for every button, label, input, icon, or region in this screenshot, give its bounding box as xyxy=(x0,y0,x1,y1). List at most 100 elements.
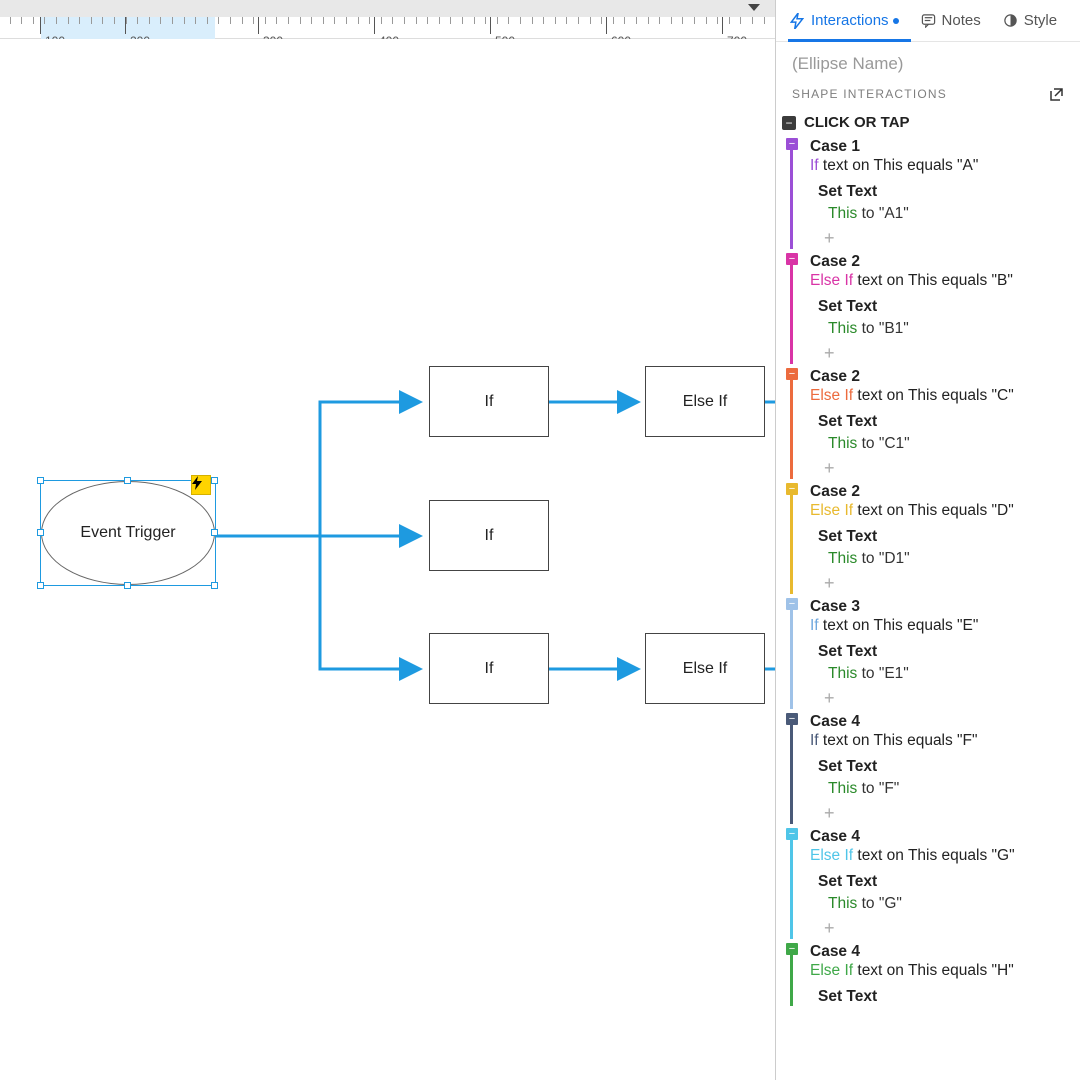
resize-handle-w[interactable] xyxy=(37,529,44,536)
add-action-button[interactable]: + xyxy=(804,688,1066,709)
case-action[interactable]: Set Text xyxy=(804,988,1066,1006)
popout-icon[interactable] xyxy=(1048,86,1064,102)
ruler-tick xyxy=(311,17,312,24)
add-action-button[interactable]: + xyxy=(804,918,1066,939)
tab-notes[interactable]: Notes xyxy=(921,0,981,41)
case-action[interactable]: Set Text xyxy=(804,643,1066,661)
ruler-tick-major xyxy=(490,17,491,34)
shape-box-elseif-1[interactable]: Else If xyxy=(645,366,765,437)
case-collapse-icon[interactable]: − xyxy=(786,368,798,380)
interaction-badge-icon[interactable] xyxy=(191,475,211,495)
collapse-icon[interactable]: − xyxy=(782,116,796,130)
canvas[interactable]: Event Trigger If Else If If If Else If xyxy=(0,39,775,1080)
tab-label: Interactions xyxy=(811,12,889,29)
resize-handle-n[interactable] xyxy=(124,477,131,484)
add-action-button[interactable]: + xyxy=(804,458,1066,479)
ruler-tick xyxy=(416,17,417,24)
case-action-detail[interactable]: This to "C1" xyxy=(804,435,1066,453)
case-block[interactable]: −Case 4If text on This equals "F"Set Tex… xyxy=(776,712,1080,824)
case-action[interactable]: Set Text xyxy=(804,873,1066,891)
shape-ellipse-event-trigger[interactable]: Event Trigger xyxy=(41,481,215,585)
resize-handle-se[interactable] xyxy=(211,582,218,589)
case-action-detail[interactable]: This to "A1" xyxy=(804,205,1066,223)
add-action-button[interactable]: + xyxy=(804,803,1066,824)
case-title: Case 3 xyxy=(804,598,1066,616)
ruler-tick xyxy=(242,17,243,24)
case-action[interactable]: Set Text xyxy=(804,758,1066,776)
inspector-tabs: Interactions Notes Style xyxy=(776,0,1080,42)
case-action[interactable]: Set Text xyxy=(804,413,1066,431)
ruler-tick xyxy=(613,17,614,24)
ruler-tick xyxy=(44,17,45,24)
case-block[interactable]: −Case 2Else If text on This equals "D"Se… xyxy=(776,482,1080,594)
case-collapse-icon[interactable]: − xyxy=(786,253,798,265)
tab-interactions[interactable]: Interactions xyxy=(790,0,899,41)
ruler-tick xyxy=(532,17,533,24)
case-block[interactable]: −Case 2Else If text on This equals "C"Se… xyxy=(776,367,1080,479)
case-collapse-icon[interactable]: − xyxy=(786,943,798,955)
resize-handle-s[interactable] xyxy=(124,582,131,589)
case-title: Case 2 xyxy=(804,253,1066,271)
case-action[interactable]: Set Text xyxy=(804,298,1066,316)
case-title: Case 4 xyxy=(804,943,1066,961)
add-action-button[interactable]: + xyxy=(804,573,1066,594)
case-action[interactable]: Set Text xyxy=(804,528,1066,546)
ruler-tick xyxy=(717,17,718,24)
ruler-tick-major xyxy=(722,17,723,34)
case-condition[interactable]: If text on This equals "A" xyxy=(804,157,1066,175)
case-condition[interactable]: Else If text on This equals "G" xyxy=(804,847,1066,865)
box-label: If xyxy=(485,393,494,411)
case-block[interactable]: −Case 1If text on This equals "A"Set Tex… xyxy=(776,137,1080,249)
ruler-tick xyxy=(195,17,196,24)
ruler-tick xyxy=(149,17,150,24)
case-block[interactable]: −Case 4Else If text on This equals "G"Se… xyxy=(776,827,1080,939)
case-collapse-icon[interactable]: − xyxy=(786,483,798,495)
case-action-detail[interactable]: This to "F" xyxy=(804,780,1066,798)
resize-handle-e[interactable] xyxy=(211,529,218,536)
case-condition[interactable]: If text on This equals "E" xyxy=(804,617,1066,635)
shape-box-if-1[interactable]: If xyxy=(429,366,549,437)
resize-handle-nw[interactable] xyxy=(37,477,44,484)
add-action-button[interactable]: + xyxy=(804,343,1066,364)
case-action-detail[interactable]: This to "D1" xyxy=(804,550,1066,568)
add-action-button[interactable]: + xyxy=(804,228,1066,249)
ruler-horizontal[interactable]: 100200300400500600700 xyxy=(0,17,775,39)
event-row[interactable]: − CLICK OR TAP xyxy=(776,110,1080,137)
ruler-tick xyxy=(671,17,672,24)
shape-box-if-2[interactable]: If xyxy=(429,500,549,571)
tab-style[interactable]: Style xyxy=(1003,0,1057,41)
panel-collapse-triangle[interactable] xyxy=(748,4,760,11)
resize-handle-ne[interactable] xyxy=(211,477,218,484)
ruler-tick xyxy=(288,17,289,24)
case-block[interactable]: −Case 4Else If text on This equals "H" Se… xyxy=(776,942,1080,1006)
case-collapse-icon[interactable]: − xyxy=(786,828,798,840)
case-condition[interactable]: Else If text on This equals "B" xyxy=(804,272,1066,290)
case-collapse-icon[interactable]: − xyxy=(786,138,798,150)
shape-box-if-3[interactable]: If xyxy=(429,633,549,704)
case-action[interactable]: Set Text xyxy=(804,183,1066,201)
shape-box-elseif-3[interactable]: Else If xyxy=(645,633,765,704)
ruler-tick xyxy=(102,17,103,24)
ruler-tick xyxy=(381,17,382,24)
box-label: Else If xyxy=(683,393,727,411)
case-block[interactable]: −Case 2Else If text on This equals "B" Se… xyxy=(776,252,1080,364)
case-action-detail[interactable]: This to "E1" xyxy=(804,665,1066,683)
case-color-bar xyxy=(790,714,793,824)
case-action-detail[interactable]: This to "B1" xyxy=(804,320,1066,338)
ruler-tick xyxy=(56,17,57,24)
case-condition[interactable]: If text on This equals "F" xyxy=(804,732,1066,750)
tab-label: Style xyxy=(1024,12,1057,29)
case-collapse-icon[interactable]: − xyxy=(786,598,798,610)
ruler-tick xyxy=(601,17,602,24)
case-condition[interactable]: Else If text on This equals "D" xyxy=(804,502,1066,520)
case-collapse-icon[interactable]: − xyxy=(786,713,798,725)
ruler-tick xyxy=(114,17,115,24)
case-block[interactable]: −Case 3If text on This equals "E" Set Tex… xyxy=(776,597,1080,709)
resize-handle-sw[interactable] xyxy=(37,582,44,589)
widget-name-input[interactable]: (Ellipse Name) xyxy=(776,42,1080,84)
case-action-detail[interactable]: This to "G" xyxy=(804,895,1066,913)
ruler-tick-major xyxy=(40,17,41,34)
case-condition[interactable]: Else If text on This equals "H" xyxy=(804,962,1066,980)
case-condition[interactable]: Else If text on This equals "C" xyxy=(804,387,1066,405)
ruler-tick xyxy=(648,17,649,24)
